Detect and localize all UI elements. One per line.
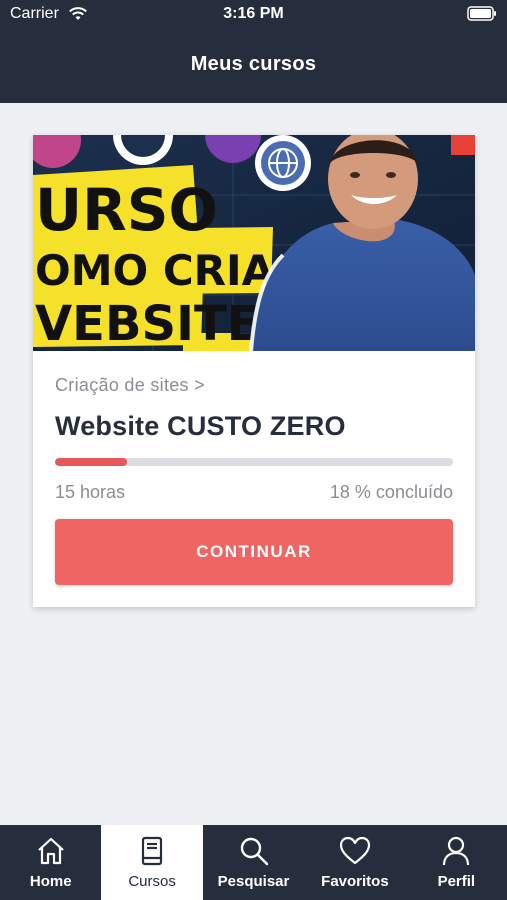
course-thumbnail[interactable]: URSO OMO CRIAR VEBSITE: [33, 135, 475, 351]
progress-bar: [55, 458, 453, 466]
page-title: Meus cursos: [190, 53, 317, 75]
course-card[interactable]: URSO OMO CRIAR VEBSITE Criação de sites …: [33, 135, 475, 607]
course-duration: 15 horas: [55, 482, 126, 502]
course-category-link[interactable]: Criação de sites >: [55, 375, 205, 396]
search-icon: [238, 835, 270, 872]
tab-perfil[interactable]: Perfil: [406, 825, 507, 900]
course-title: Website CUSTO ZERO: [55, 411, 346, 441]
tab-cursos-label: Cursos: [128, 873, 176, 890]
tab-pesquisar-label: Pesquisar: [217, 873, 290, 890]
book-icon: [136, 835, 168, 872]
top-header: Carrier 3:16 PM Meus cursos: [0, 0, 507, 103]
continue-button[interactable]: CONTINUAR: [55, 519, 453, 585]
progress-bar-fill: [55, 458, 127, 466]
thumbnail-text-line-1: URSO: [35, 176, 218, 244]
status-time: 3:16 PM: [223, 5, 284, 22]
tab-favoritos-label: Favoritos: [321, 873, 389, 890]
user-icon: [440, 835, 472, 872]
tab-pesquisar[interactable]: Pesquisar: [203, 825, 304, 900]
heart-icon: [338, 835, 372, 872]
tab-home[interactable]: Home: [0, 825, 101, 900]
battery-icon: [467, 6, 497, 26]
tab-perfil-label: Perfil: [437, 873, 476, 890]
tab-favoritos[interactable]: Favoritos: [304, 825, 405, 900]
home-icon: [35, 835, 67, 872]
tab-cursos[interactable]: Cursos: [101, 825, 203, 900]
tab-home-label: Home: [29, 873, 72, 890]
course-progress-label: 18 % concluído: [329, 482, 453, 502]
bottom-tab-bar: Home Cursos Pesquisar Favoritos Perfil: [0, 825, 507, 900]
status-bar: Carrier 3:16 PM: [0, 0, 507, 30]
thumbnail-text-line-3: VEBSITE: [35, 296, 259, 351]
